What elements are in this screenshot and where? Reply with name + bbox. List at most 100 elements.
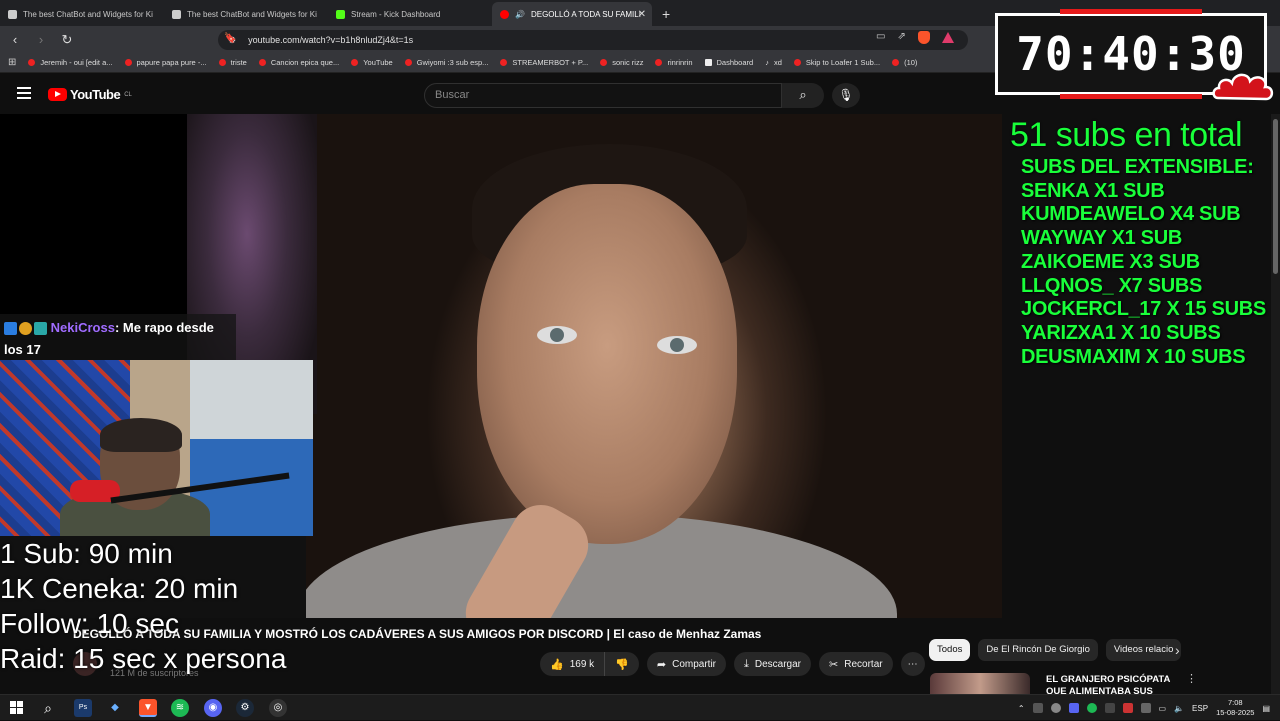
search-input[interactable]: Buscar	[424, 83, 782, 108]
tray-app-icon[interactable]	[1104, 703, 1115, 713]
tray-app-icon[interactable]	[1122, 703, 1133, 713]
reload-icon[interactable]: ↻	[60, 32, 74, 48]
bookmark-item[interactable]: ♪ xd	[765, 58, 782, 67]
language-indicator[interactable]: ESP	[1192, 704, 1208, 713]
bookmark-item[interactable]: Dashboard	[704, 58, 754, 67]
clock-date: 15-08-2025	[1216, 708, 1255, 717]
youtube-icon	[793, 59, 801, 66]
brave-icon[interactable]: ▼	[139, 699, 157, 717]
subs-list: SUBS DEL EXTENSIBLE: SENKA X1 SUB KUMDEA…	[1021, 156, 1280, 369]
bookmark-item[interactable]: Jeremih - oui [edit a...	[28, 58, 113, 67]
bookmark-label: papure papa pure -...	[136, 58, 207, 67]
tab-youtube-video[interactable]: 🔊 DEGOLLÓ A TODA SU FAMILI ✕	[492, 2, 652, 26]
bookmark-label: STREAMERBOT + P...	[512, 58, 589, 67]
more-actions-button[interactable]: ⋯	[900, 652, 925, 676]
microphone-tray-icon[interactable]	[1140, 703, 1151, 713]
youtube-logo[interactable]: YouTube CL	[48, 87, 132, 102]
sub-entry: DEUSMAXIM X 10 SUBS	[1021, 345, 1246, 368]
notifications-icon[interactable]: ▤	[1262, 704, 1270, 713]
like-button[interactable]: 👍 169 k	[540, 652, 606, 676]
tray-app-icon[interactable]	[1032, 703, 1043, 713]
youtube-icon	[655, 59, 663, 66]
youtube-wordmark: YouTube	[70, 87, 121, 102]
sub-entry: WAYWAY X1 SUB	[1021, 227, 1182, 250]
chip-all[interactable]: Todos	[929, 639, 971, 661]
bookmark-label: Dashboard	[716, 58, 754, 67]
kick-favicon-icon	[336, 9, 345, 19]
clock[interactable]: 7:08 15-08-2025	[1216, 698, 1254, 718]
chip-channel[interactable]: De El Rincón De Giorgio	[978, 639, 1098, 661]
windows-start-icon[interactable]	[10, 701, 23, 714]
back-icon[interactable]: ‹	[8, 32, 22, 47]
bookmark-label: sonic rizz	[612, 58, 644, 67]
sub-entry: YARIZXA1 X 10 SUBS	[1021, 321, 1221, 344]
recommended-thumbnail[interactable]	[930, 673, 1030, 695]
discord-icon[interactable]: ◉	[204, 699, 222, 717]
spotify-tray-icon[interactable]	[1086, 703, 1097, 713]
tab-chatbot-1[interactable]: The best ChatBot and Widgets for Ki	[0, 2, 164, 26]
bookmark-item[interactable]: Skip to Loafer 1 Sub...	[793, 58, 880, 67]
spotify-icon[interactable]: ≋	[171, 699, 189, 717]
brave-rewards-icon[interactable]	[941, 32, 954, 43]
discord-tray-icon[interactable]	[1068, 703, 1079, 713]
bookmark-icon[interactable]: 🔖	[224, 33, 236, 44]
tray-app-icon[interactable]	[1050, 703, 1061, 713]
chevron-up-icon[interactable]: ⌃	[1018, 704, 1025, 713]
more-icon: ⋯	[907, 658, 918, 670]
tab-kick-dashboard[interactable]: Stream - Kick Dashboard	[328, 2, 492, 26]
tab-chatbot-2[interactable]: The best ChatBot and Widgets for Ki	[164, 2, 328, 26]
voice-search-button[interactable]: 🎙	[832, 83, 860, 108]
sub-entry: KUMDEAWELO X4 SUB	[1021, 203, 1241, 226]
tab-label: Stream - Kick Dashboard	[351, 9, 441, 19]
search-button[interactable]: ⌕	[782, 83, 824, 108]
badge-icon	[19, 322, 32, 336]
dashboard-icon	[704, 59, 712, 66]
streamerbot-icon[interactable]: ◆	[106, 699, 124, 717]
bookmark-item[interactable]: (10)	[892, 58, 917, 67]
obs-icon[interactable]: ◎	[269, 699, 287, 717]
sub-entry: LLQNOS_ X7 SUBS	[1021, 274, 1203, 297]
new-tab-button[interactable]: +	[652, 2, 680, 26]
network-icon[interactable]: ▭	[1159, 704, 1167, 713]
share-label: Compartir	[672, 658, 716, 670]
thumbs-down-icon: 👎	[615, 658, 629, 671]
like-count: 169 k	[569, 658, 595, 670]
bookmark-item[interactable]: Cancion epica que...	[258, 58, 339, 67]
share-icon: ➦	[656, 658, 667, 671]
search-icon[interactable]: ⌕	[39, 699, 57, 717]
bookmark-item[interactable]: rinrinrin	[655, 58, 693, 67]
bookmark-item[interactable]: STREAMERBOT + P...	[500, 58, 588, 67]
chevron-right-icon[interactable]: ›	[1175, 642, 1180, 658]
chat-message-overlay: NekiCross: Me rapo desde los 17	[0, 314, 236, 360]
chip-related[interactable]: Videos relacio	[1105, 639, 1182, 661]
forward-icon[interactable]: ›	[34, 32, 48, 47]
volume-icon[interactable]: 🔈	[1174, 704, 1184, 713]
youtube-icon	[892, 59, 900, 66]
share-icon[interactable]: ⇗	[897, 31, 905, 44]
bookmark-label: xd	[773, 58, 782, 67]
bookmark-item[interactable]: sonic rizz	[600, 58, 643, 67]
bookmark-item[interactable]: papure papa pure -...	[124, 58, 207, 67]
photoshop-icon[interactable]: Ps	[74, 699, 92, 717]
menu-icon[interactable]	[17, 87, 31, 99]
bookmark-label: YouTube	[363, 58, 393, 67]
steam-icon[interactable]: ⚙	[236, 699, 254, 717]
stream-rule: 1 Sub: 90 min	[0, 538, 173, 569]
download-button[interactable]: ⤓ Descargar	[734, 652, 812, 676]
bookmark-item[interactable]: triste	[218, 58, 247, 67]
url-field[interactable]: ⚙ youtube.com/watch?v=b1h8nludZj4&t=1s	[218, 30, 968, 50]
bookmark-item[interactable]: Gwiyomi :3 sub esp...	[404, 58, 488, 67]
dislike-button[interactable]: 👎	[605, 652, 639, 676]
more-vert-icon[interactable]: ⋮	[1186, 672, 1197, 685]
apps-grid-icon[interactable]: ⊞	[8, 57, 16, 68]
clip-button[interactable]: ✂ Recortar	[819, 652, 893, 676]
close-tab-icon[interactable]: ✕	[638, 9, 646, 20]
tab-label: The best ChatBot and Widgets for Ki	[23, 9, 153, 19]
cast-icon[interactable]: ▭	[876, 31, 885, 44]
share-button[interactable]: ➦ Compartir	[646, 652, 726, 676]
youtube-favicon-icon	[500, 9, 509, 19]
thumbs-up-icon: 👍	[550, 658, 564, 671]
brave-shield-icon[interactable]	[917, 31, 930, 44]
webcam-feed	[0, 360, 313, 536]
bookmark-item[interactable]: YouTube	[351, 58, 393, 67]
